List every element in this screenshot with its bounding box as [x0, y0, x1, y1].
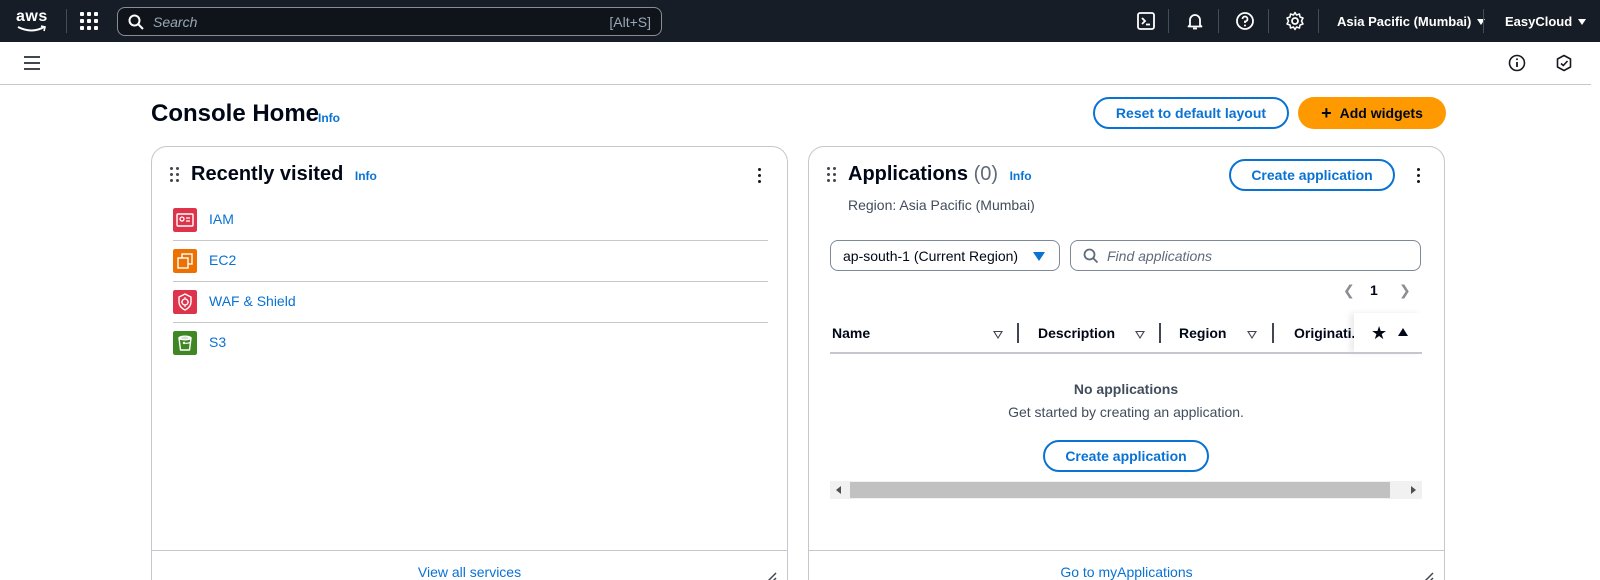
sort-icon[interactable] — [1135, 331, 1145, 339]
divider — [1168, 9, 1169, 33]
scroll-right-icon[interactable] — [1411, 486, 1416, 494]
caret-down-icon — [1578, 19, 1587, 25]
bell-icon[interactable] — [1185, 11, 1205, 31]
divider — [1483, 9, 1484, 33]
list-item[interactable]: IAM — [173, 200, 768, 241]
resize-handle-icon[interactable] — [765, 571, 777, 580]
ec2-icon — [173, 249, 197, 273]
list-item[interactable]: EC2 — [173, 241, 768, 282]
widget-footer: Go to myApplications — [809, 550, 1444, 580]
gear-icon[interactable] — [1285, 11, 1305, 31]
caret-down-icon — [1477, 19, 1486, 25]
search-shortcut: [Alt+S] — [609, 14, 651, 30]
aws-smile-icon — [17, 25, 46, 32]
favorite-column-header: ★ — [1354, 313, 1422, 353]
service-link-ec2[interactable]: EC2 — [209, 252, 236, 268]
more-options-icon[interactable] — [756, 168, 762, 184]
menu-icon[interactable] — [24, 56, 40, 70]
drag-handle-icon[interactable] — [827, 167, 837, 183]
applications-widget: Applications (0) Info Create application… — [808, 146, 1445, 580]
applications-title: Applications — [848, 163, 969, 185]
search-placeholder: Search — [153, 14, 198, 30]
empty-create-application-button[interactable]: Create application — [1043, 440, 1209, 472]
s3-icon — [173, 331, 197, 355]
empty-state-title: No applications — [1073, 381, 1179, 397]
region-select[interactable]: ap-south-1 (Current Region) — [830, 240, 1060, 271]
scroll-left-icon[interactable] — [836, 486, 841, 494]
recently-visited-title: Recently visited — [191, 163, 344, 185]
search-input[interactable]: Search [Alt+S] — [117, 7, 662, 36]
list-item[interactable]: S3 — [173, 323, 768, 364]
applications-count: (0) — [973, 163, 999, 185]
view-all-services-link[interactable]: View all services — [152, 564, 787, 580]
column-header-region[interactable]: Region — [1179, 325, 1226, 341]
sort-icon[interactable] — [993, 331, 1003, 339]
cloudshell-icon[interactable] — [1136, 11, 1156, 31]
horizontal-scrollbar[interactable] — [830, 481, 1422, 499]
add-widgets-label: Add widgets — [1339, 105, 1423, 121]
create-application-button[interactable]: Create application — [1229, 159, 1395, 191]
region-text: Region: Asia Pacific (Mumbai) — [848, 197, 1035, 213]
search-icon — [128, 14, 144, 30]
sort-ascending-icon[interactable] — [1398, 328, 1408, 336]
empty-state-subtitle: Get started by creating an application. — [1008, 404, 1244, 420]
page-title: Console Home — [151, 100, 320, 127]
recently-visited-widget: Recently visited Info IAM EC2 WAF & Shie… — [151, 146, 788, 580]
column-divider[interactable] — [1017, 323, 1019, 343]
table-header-divider — [830, 352, 1422, 354]
search-icon — [1083, 248, 1099, 264]
region-selector[interactable]: Asia Pacific (Mumbai) — [1337, 14, 1486, 29]
logo-text: aws — [16, 8, 48, 25]
widget-title: Applications (0) Info — [848, 163, 1032, 186]
account-menu[interactable]: EasyCloud — [1505, 14, 1587, 29]
service-link-waf-shield[interactable]: WAF & Shield — [209, 293, 296, 309]
divider — [1218, 9, 1219, 33]
iam-icon — [173, 208, 197, 232]
next-page-icon[interactable]: ❯ — [1399, 282, 1411, 299]
top-navigation: aws Search [Alt+S] Asia Pacific (Mumbai)… — [0, 0, 1600, 42]
aws-logo[interactable]: aws — [16, 8, 48, 34]
previous-page-icon[interactable]: ❮ — [1343, 282, 1355, 299]
page-number[interactable]: 1 — [1370, 282, 1378, 298]
scrollbar-thumb[interactable] — [850, 482, 1390, 498]
column-header-name[interactable]: Name — [832, 325, 870, 341]
region-select-value: ap-south-1 (Current Region) — [843, 248, 1019, 264]
column-divider[interactable] — [1159, 323, 1161, 343]
star-icon[interactable]: ★ — [1371, 323, 1387, 344]
secondary-toolbar — [0, 42, 1600, 85]
divider — [66, 9, 67, 33]
region-label: Asia Pacific (Mumbai) — [1337, 14, 1472, 29]
sort-icon[interactable] — [1247, 331, 1257, 339]
service-link-s3[interactable]: S3 — [209, 334, 226, 350]
page-info-link[interactable]: Info — [318, 111, 340, 125]
widget-title: Recently visited Info — [191, 163, 377, 186]
page-scrollbar[interactable] — [1591, 42, 1600, 580]
add-widgets-button[interactable]: + Add widgets — [1298, 97, 1446, 129]
resize-handle-icon[interactable] — [1422, 571, 1434, 580]
security-icon[interactable] — [1555, 54, 1573, 72]
help-icon[interactable] — [1235, 11, 1255, 31]
find-applications-placeholder: Find applications — [1107, 248, 1213, 264]
info-circle-icon[interactable] — [1508, 54, 1526, 72]
divider — [1318, 9, 1319, 33]
column-divider[interactable] — [1272, 323, 1274, 343]
drag-handle-icon[interactable] — [170, 167, 180, 183]
recently-visited-info-link[interactable]: Info — [355, 169, 377, 183]
plus-icon: + — [1321, 103, 1332, 123]
service-link-iam[interactable]: IAM — [209, 211, 234, 227]
list-item[interactable]: WAF & Shield — [173, 282, 768, 323]
column-header-origination[interactable]: Originati... — [1294, 325, 1363, 341]
divider — [1268, 9, 1269, 33]
account-label: EasyCloud — [1505, 14, 1573, 29]
find-applications-input[interactable]: Find applications — [1070, 240, 1421, 271]
reset-layout-button[interactable]: Reset to default layout — [1093, 97, 1289, 129]
more-options-icon[interactable] — [1415, 168, 1421, 184]
caret-down-icon — [1033, 252, 1045, 261]
go-to-myapplications-link[interactable]: Go to myApplications — [809, 564, 1444, 580]
column-header-description[interactable]: Description — [1038, 325, 1115, 341]
grid-icon[interactable] — [80, 12, 98, 30]
waf-shield-icon — [173, 290, 197, 314]
widget-footer: View all services — [152, 550, 787, 580]
applications-info-link[interactable]: Info — [1010, 169, 1032, 183]
